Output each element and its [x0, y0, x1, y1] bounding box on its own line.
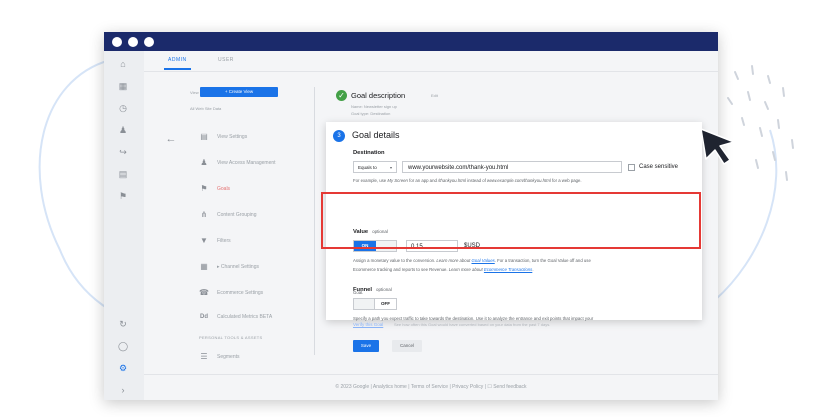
tab-admin[interactable]: ADMIN: [164, 57, 191, 70]
expand-icon[interactable]: ›: [112, 383, 134, 397]
people-icon: ♟: [200, 158, 208, 167]
funnel-optional: optional: [376, 287, 392, 292]
match-type-value: Equals to: [358, 165, 377, 170]
menu-item-label: View Access Management: [217, 160, 276, 166]
edit-link[interactable]: Edit: [431, 93, 438, 98]
home-icon[interactable]: ⌂: [112, 57, 134, 71]
ecommerce-transactions-link[interactable]: Ecommerce Transactions: [484, 267, 532, 272]
cancel-button[interactable]: Cancel: [392, 340, 422, 352]
goal-description-title: Goal description: [351, 91, 406, 100]
menu-item-label: Goals: [217, 186, 231, 192]
view-label: View: [190, 90, 199, 95]
goal-name-line: Name: Newsletter sign up: [351, 104, 397, 109]
page-footer: © 2023 Google | Analytics home | Terms o…: [144, 374, 718, 400]
check-circle-icon: ✓: [336, 90, 347, 101]
goal-values-link[interactable]: Goal Values: [471, 258, 494, 263]
value-highlight-box: [321, 192, 701, 249]
goal-type-line: Goal type: Destination: [351, 111, 391, 116]
admin-user-tabs: ADMIN USER: [144, 51, 718, 72]
person-icon[interactable]: ♟: [112, 123, 134, 137]
destination-help-text: For example, use My Screen for an app an…: [353, 178, 582, 183]
chevron-down-icon: ▾: [389, 165, 392, 170]
menu-item-label: Calculated Metrics BETA: [217, 314, 273, 320]
grouping-icon: ⋔: [200, 210, 208, 219]
segments-icon: ☰: [200, 352, 208, 361]
value-help-line-2: Ecommerce tracking and reports to see Re…: [353, 267, 534, 272]
funnel-toggle-off: OFF: [374, 299, 396, 309]
window-control-dot[interactable]: [112, 37, 122, 47]
match-type-select[interactable]: Equals to ▾: [353, 161, 397, 173]
behavior-icon[interactable]: ▤: [112, 167, 134, 181]
menu-item-label: Filters: [217, 238, 231, 244]
footer-links[interactable]: © 2023 Google | Analytics home | Terms o…: [144, 384, 718, 390]
value-help-line-1: Assign a monetary value to the conversio…: [353, 258, 591, 263]
verify-goal-description: See how often this Goal would have conve…: [394, 322, 551, 327]
funnel-toggle[interactable]: OFF: [353, 298, 397, 310]
view-select[interactable]: All Web Site Data: [190, 106, 221, 111]
left-nav-rail: ⌂ ▦ ◷ ♟ ↪ ▤ ⚑ ↻ ◯ ⚙ ›: [104, 51, 144, 400]
back-arrow-icon[interactable]: ←: [164, 132, 178, 146]
flag-icon: ⚑: [200, 184, 208, 193]
column-divider: [314, 87, 315, 355]
gear-icon[interactable]: ⚙: [112, 361, 134, 375]
destination-label: Destination: [353, 150, 385, 156]
funnel-help-line-2: Goal.: [353, 290, 364, 295]
create-view-button[interactable]: + Create View: [200, 87, 278, 97]
menu-item-label: Content Grouping: [217, 212, 257, 218]
verify-goal-link[interactable]: Verify this Goal: [353, 322, 383, 327]
tab-user[interactable]: USER: [218, 57, 234, 63]
step-number-badge: 3: [333, 130, 345, 142]
window-titlebar: [104, 32, 718, 51]
window-control-dot[interactable]: [128, 37, 138, 47]
acquisition-icon[interactable]: ↪: [112, 145, 134, 159]
cart-icon: ☎: [199, 288, 209, 297]
lightbulb-icon[interactable]: ◯: [112, 339, 134, 353]
menu-item-label: View Settings: [217, 134, 248, 140]
reports-icon[interactable]: ▦: [112, 79, 134, 93]
case-sensitive-checkbox[interactable]: [628, 164, 635, 171]
destination-url-input[interactable]: www.yourwebsite.com/thank-you.html: [402, 161, 622, 173]
funnel-help-line-1: Specify a path you expect traffic to tak…: [353, 316, 594, 321]
personal-tools-header: PERSONAL TOOLS & ASSETS: [199, 335, 263, 340]
menu-item-label: Ecommerce Settings: [217, 290, 264, 296]
clock-icon[interactable]: ◷: [112, 101, 134, 115]
goal-details-title: Goal details: [352, 130, 400, 140]
dd-icon: Dd: [200, 314, 208, 320]
menu-item-label: Segments: [217, 354, 240, 360]
window-control-dot[interactable]: [144, 37, 154, 47]
flag-icon[interactable]: ⚑: [112, 189, 134, 203]
document-icon: ▤: [200, 132, 208, 141]
channel-icon: ▦: [200, 262, 208, 271]
browser-window: ⌂ ▦ ◷ ♟ ↪ ▤ ⚑ ↻ ◯ ⚙ › ADMIN USER View + …: [104, 32, 718, 400]
menu-item-label: ▸ Channel Settings: [217, 264, 259, 270]
save-button[interactable]: Save: [353, 340, 379, 352]
filter-icon: ▼: [200, 236, 208, 245]
mouse-cursor-icon: [700, 128, 735, 165]
attribution-icon[interactable]: ↻: [112, 317, 134, 331]
case-sensitive-label: Case sensitive: [639, 164, 679, 170]
